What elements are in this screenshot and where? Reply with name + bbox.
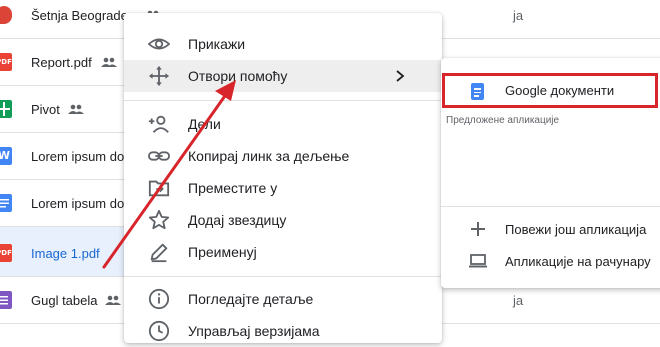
menu-item-label: Дели (188, 116, 221, 132)
star-icon (148, 209, 170, 230)
menu-item-label: Прикажи (188, 36, 246, 52)
owner-label: ja (513, 293, 524, 308)
shared-icon (68, 104, 84, 114)
sheet-file-icon (0, 100, 12, 118)
word-file-icon: W (0, 147, 12, 165)
menu-item-label: Управљај верзијама (188, 323, 320, 339)
folder-move-icon (148, 180, 170, 197)
link-icon (148, 151, 170, 161)
menu-item-copy-link[interactable]: Копирај линк за дељење (124, 140, 442, 172)
file-name[interactable]: Šetnja Beograde (31, 8, 128, 23)
menu-item-manage-versions[interactable]: Управљај верзијама (124, 315, 442, 347)
menu-item-label: Преименуј (188, 244, 257, 260)
menu-item-label: Додај звездицу (188, 212, 287, 228)
pdf-file-icon: PDF (0, 244, 12, 262)
doc-file-icon (0, 194, 12, 212)
pencil-icon (150, 243, 168, 263)
submenu-item-connect-apps[interactable]: Повежи још апликација (505, 222, 646, 237)
owner-label: ja (513, 8, 524, 23)
plus-icon (471, 222, 485, 236)
menu-item-label: Погледајте детаље (188, 291, 314, 307)
pdf-file-icon: PDF (0, 53, 12, 71)
shared-icon (105, 295, 121, 305)
submenu-item-computer-apps[interactable]: Апликације на рачунару (505, 254, 651, 269)
submenu-item-google-docs[interactable]: Google документи (505, 83, 614, 98)
info-icon (148, 288, 170, 310)
chevron-right-icon (396, 70, 405, 82)
file-name[interactable]: Lorem ipsum do (31, 196, 124, 211)
menu-item-rename[interactable]: Преименуј (124, 236, 442, 268)
google-docs-icon (471, 83, 484, 100)
eye-icon (148, 38, 170, 50)
menu-item-view-details[interactable]: Погледајте детаље (124, 283, 442, 315)
context-menu: Прикажи Отвори помоћу Дели Копирај линк … (124, 13, 442, 343)
menu-item-add-star[interactable]: Додај звездицу (124, 204, 442, 236)
menu-item-open-with[interactable]: Отвори помоћу (124, 60, 442, 92)
form-file-icon (0, 291, 12, 309)
file-name[interactable]: Lorem ipsum do (31, 149, 124, 164)
move-icon (148, 65, 170, 87)
menu-item-move-to[interactable]: Преместите у (124, 172, 442, 204)
menu-item-preview[interactable]: Прикажи (124, 28, 442, 60)
file-name[interactable]: Image 1.pdf (31, 246, 100, 261)
laptop-icon (469, 254, 487, 268)
menu-divider (441, 206, 660, 207)
history-icon (148, 320, 170, 342)
map-file-icon (0, 6, 12, 24)
menu-divider (124, 276, 442, 277)
suggested-apps-label: Предложене апликације (446, 115, 560, 126)
file-name[interactable]: Pivot (31, 102, 60, 117)
shared-icon (101, 57, 117, 67)
menu-item-label: Отвори помоћу (188, 68, 288, 84)
menu-item-label: Копирај линк за дељење (188, 148, 350, 164)
menu-divider (124, 100, 442, 101)
add-person-icon (148, 115, 169, 133)
open-with-submenu: Google документи Предложене апликације П… (441, 58, 660, 288)
file-name[interactable]: Report.pdf (31, 55, 92, 70)
file-name[interactable]: Gugl tabela (31, 293, 98, 308)
menu-item-label: Преместите у (188, 180, 278, 196)
menu-item-share[interactable]: Дели (124, 108, 442, 140)
